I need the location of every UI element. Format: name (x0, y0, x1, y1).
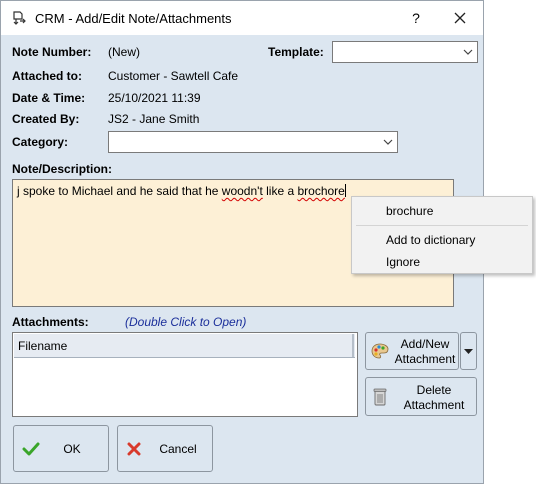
checkmark-icon (22, 442, 40, 456)
menu-item-add-to-dictionary[interactable]: Add to dictionary (386, 233, 475, 247)
template-select[interactable] (332, 41, 478, 63)
delete-line2: Attachment (403, 398, 465, 412)
close-button[interactable] (447, 7, 473, 29)
menu-item-suggestion[interactable]: brochure (386, 204, 433, 218)
cross-icon (127, 442, 141, 456)
ok-label: OK (63, 442, 81, 456)
delete-line1: Delete (416, 383, 452, 397)
column-header-filename[interactable]: Filename (14, 334, 354, 357)
dropdown-arrow-icon (464, 349, 473, 354)
title-bar: CRM - Add/Edit Note/Attachments ? (1, 1, 483, 35)
spellcheck-context-menu: brochure Add to dictionary Ignore (351, 196, 533, 274)
note-text-segment: j spoke to Michael and he said that he (17, 184, 222, 198)
trash-icon (373, 388, 387, 406)
window-title: CRM - Add/Edit Note/Attachments (35, 11, 232, 26)
attachments-label: Attachments: (12, 315, 89, 329)
add-attachment-dropdown-button[interactable] (460, 332, 477, 370)
cancel-button[interactable]: Cancel (117, 425, 213, 472)
chevron-down-icon (383, 139, 393, 145)
add-new-line1: Add/New (400, 337, 450, 351)
cancel-label: Cancel (159, 442, 197, 456)
menu-item-ignore[interactable]: Ignore (386, 255, 420, 269)
delete-attachment-button[interactable]: Delete Attachment (365, 377, 477, 416)
ok-button[interactable]: OK (13, 425, 109, 472)
template-label: Template: (268, 45, 324, 59)
close-icon (454, 12, 466, 24)
misspelled-word: brochore (297, 184, 345, 198)
help-button[interactable]: ? (405, 7, 427, 29)
palette-icon (371, 343, 389, 359)
attached-to-label: Attached to: (12, 69, 82, 83)
text-caret (344, 184, 346, 197)
category-select[interactable] (108, 131, 398, 153)
add-new-line2: Attachment (394, 352, 456, 366)
category-label: Category: (12, 135, 69, 149)
date-time-label: Date & Time: (12, 91, 86, 105)
date-time-value: 25/10/2021 11:39 (108, 91, 201, 105)
misspelled-word: woodn't (221, 184, 263, 198)
attachments-hint: (Double Click to Open) (125, 315, 247, 329)
note-text-segment: like a (262, 184, 298, 198)
column-header-label: Filename (18, 339, 68, 353)
note-text: j spoke to Michael and he said that he w… (17, 184, 346, 198)
note-description-label: Note/Description: (12, 162, 113, 176)
menu-separator (356, 225, 528, 226)
note-number-label: Note Number: (12, 45, 92, 59)
crm-app-icon (13, 11, 26, 25)
chevron-down-icon (463, 49, 473, 55)
created-by-label: Created By: (12, 112, 80, 126)
note-number-value: (New) (108, 45, 140, 59)
created-by-value: JS2 - Jane Smith (108, 112, 200, 126)
attachments-grid[interactable]: Filename (12, 332, 358, 417)
grid-header: Filename (14, 334, 355, 358)
attached-to-value: Customer - Sawtell Cafe (108, 69, 239, 83)
add-new-attachment-button[interactable]: Add/New Attachment (365, 332, 459, 370)
